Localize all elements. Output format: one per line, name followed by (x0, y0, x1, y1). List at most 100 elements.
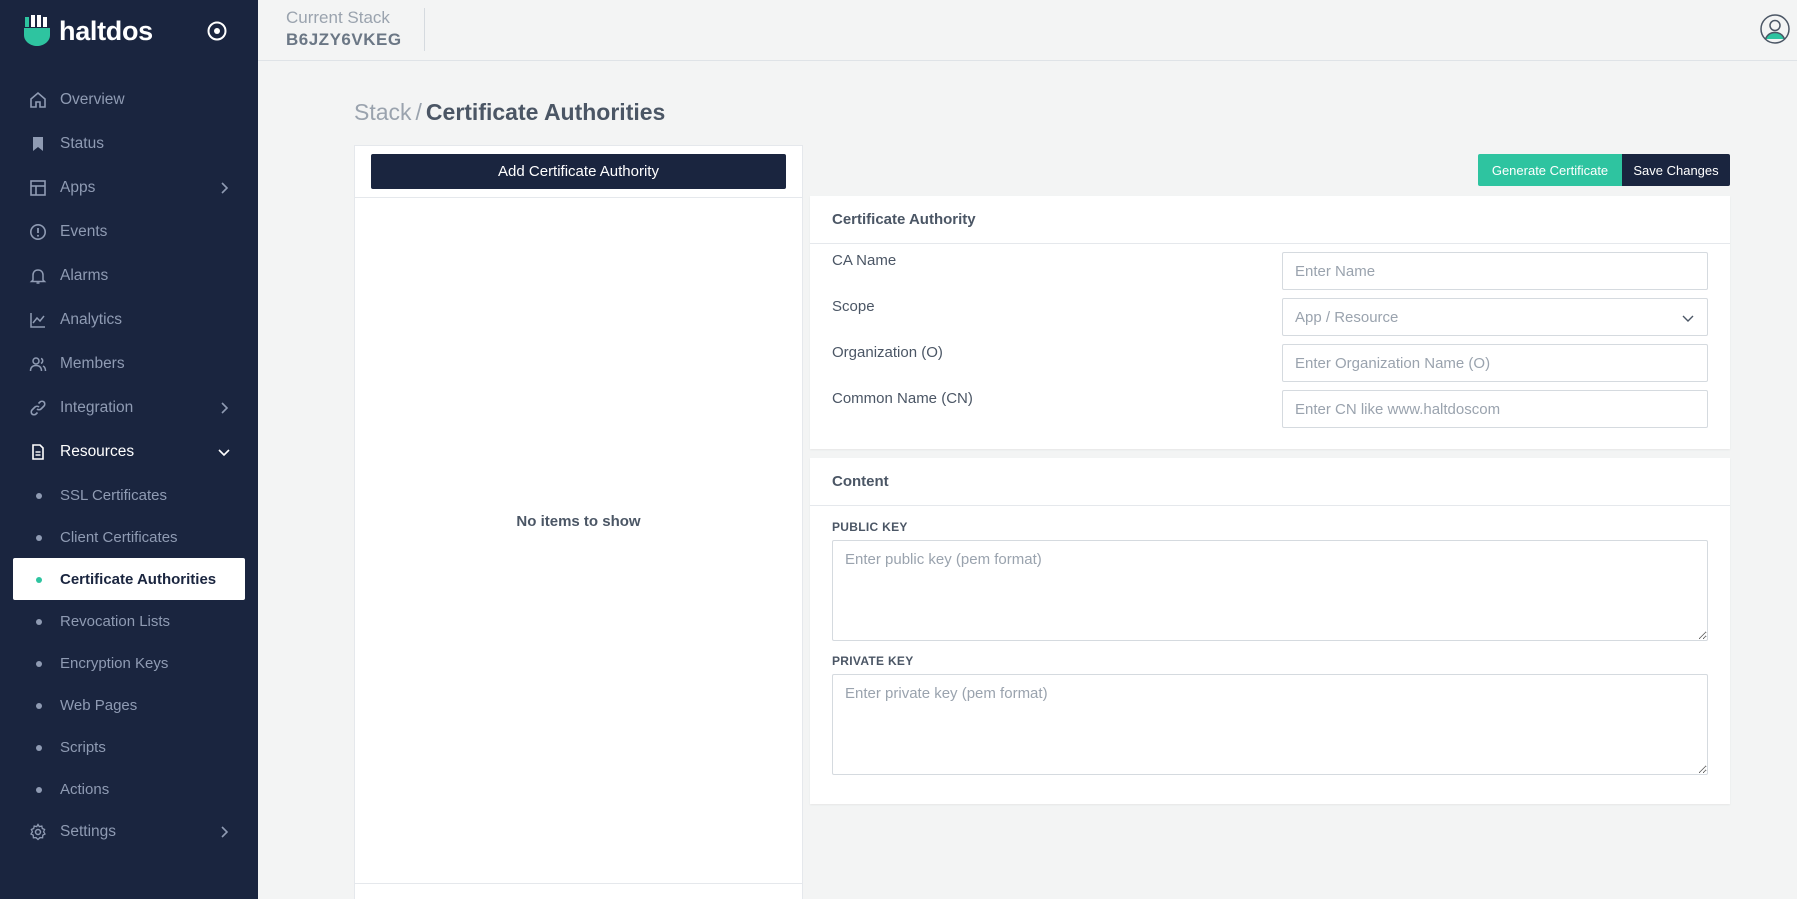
certificate-authority-card: Certificate Authority CA Name Scope App … (810, 196, 1730, 449)
breadcrumb-current: Certificate Authorities (425, 99, 666, 125)
current-stack-value[interactable]: B6JZY6VKEG (286, 30, 402, 50)
ca-list-panel: Add Certificate Authority No items to sh… (354, 145, 803, 899)
sidebar-item-label: Status (60, 135, 104, 152)
save-changes-button[interactable]: Save Changes (1622, 154, 1730, 186)
chevron-down-icon (1682, 315, 1694, 322)
sidebar: haltdos Overview Status Apps Events Alar… (0, 0, 258, 899)
sidebar-item-label: Alarms (60, 267, 109, 284)
scope-select[interactable]: App / Resource (1282, 298, 1708, 336)
user-avatar-icon[interactable] (1760, 14, 1790, 44)
brand[interactable]: haltdos (23, 14, 153, 48)
sidebar-subitem-label: Certificate Authorities (60, 570, 217, 588)
bell-icon (28, 267, 47, 286)
organization-input[interactable] (1282, 344, 1708, 382)
chevron-down-icon (218, 449, 230, 457)
sidebar-subitem-label: Encryption Keys (60, 654, 169, 672)
card-header: Certificate Authority (810, 196, 1730, 244)
bullet-icon (36, 745, 42, 751)
private-key-label: PRIVATE KEY (832, 654, 914, 668)
haltdos-logo-icon (24, 15, 50, 46)
topbar-divider (424, 8, 425, 51)
sidebar-item-label: Apps (60, 179, 96, 196)
brand-name: haltdos (59, 15, 153, 46)
breadcrumb-separator: / (415, 99, 422, 125)
sidebar-nav: Overview Status Apps Events Alarms Analy… (0, 78, 258, 854)
current-stack-label: Current Stack (286, 8, 390, 27)
sidebar-item-label: Settings (60, 823, 117, 840)
content-card: Content PUBLIC KEY PRIVATE KEY (810, 458, 1730, 804)
sidebar-subitem-scripts[interactable]: Scripts (0, 726, 258, 768)
target-icon[interactable] (206, 20, 228, 42)
sidebar-subitem-certificate-authorities[interactable]: Certificate Authorities (13, 558, 245, 600)
organization-row: Organization (O) (832, 344, 1708, 382)
sidebar-subitem-label: Client Certificates (60, 528, 178, 546)
common-name-input[interactable] (1282, 390, 1708, 428)
sidebar-item-status[interactable]: Status (0, 122, 258, 166)
sidebar-item-resources[interactable]: Resources (0, 430, 258, 474)
sidebar-subitem-label: Revocation Lists (60, 612, 171, 630)
private-key-textarea[interactable] (832, 674, 1708, 775)
scope-row: Scope App / Resource (832, 298, 1708, 336)
sidebar-subitem-label: Web Pages (60, 696, 138, 714)
generate-certificate-button[interactable]: Generate Certificate (1478, 154, 1622, 186)
sidebar-item-label: Integration (60, 399, 134, 416)
chevron-right-icon (221, 402, 229, 414)
public-key-textarea[interactable] (832, 540, 1708, 641)
public-key-label: PUBLIC KEY (832, 520, 908, 534)
sidebar-item-label: Overview (60, 91, 125, 108)
scope-label: Scope (832, 298, 875, 315)
bullet-icon (36, 535, 42, 541)
common-name-row: Common Name (CN) (832, 390, 1708, 428)
sidebar-item-label: Events (60, 223, 108, 240)
ca-name-row: CA Name (832, 252, 1708, 290)
sidebar-item-alarms[interactable]: Alarms (0, 254, 258, 298)
bullet-icon (36, 577, 42, 583)
common-name-label: Common Name (CN) (832, 390, 973, 407)
sidebar-item-settings[interactable]: Settings (0, 810, 258, 854)
link-icon (28, 399, 47, 418)
ca-name-input[interactable] (1282, 252, 1708, 290)
scope-select-placeholder: App / Resource (1295, 309, 1399, 326)
chart-line-icon (28, 311, 47, 330)
topbar: Current Stack B6JZY6VKEG (258, 0, 1797, 61)
sidebar-item-label: Analytics (60, 311, 123, 328)
home-icon (28, 91, 47, 110)
organization-label: Organization (O) (832, 344, 943, 361)
alert-circle-icon (28, 223, 47, 242)
bullet-icon (36, 661, 42, 667)
sidebar-subitem-ssl-certificates[interactable]: SSL Certificates (0, 474, 258, 516)
gear-icon (28, 823, 47, 842)
sidebar-item-members[interactable]: Members (0, 342, 258, 386)
users-icon (28, 355, 47, 374)
sidebar-subitem-revocation-lists[interactable]: Revocation Lists (0, 600, 258, 642)
sidebar-subitem-encryption-keys[interactable]: Encryption Keys (0, 642, 258, 684)
page-title: Stack / Certificate Authorities (354, 99, 665, 126)
bullet-icon (36, 703, 42, 709)
sidebar-subitem-web-pages[interactable]: Web Pages (0, 684, 258, 726)
divider (355, 883, 802, 884)
chevron-right-icon (221, 826, 229, 838)
bullet-icon (36, 493, 42, 499)
breadcrumb-stack[interactable]: Stack (354, 99, 412, 125)
sidebar-item-label: Members (60, 355, 125, 372)
empty-list-message: No items to show (516, 513, 641, 530)
sidebar-item-events[interactable]: Events (0, 210, 258, 254)
sidebar-subitem-actions[interactable]: Actions (0, 768, 258, 810)
sidebar-item-overview[interactable]: Overview (0, 78, 258, 122)
sidebar-item-analytics[interactable]: Analytics (0, 298, 258, 342)
sidebar-subitem-label: Actions (60, 780, 110, 798)
add-certificate-authority-button[interactable]: Add Certificate Authority (371, 154, 786, 189)
sidebar-subitem-client-certificates[interactable]: Client Certificates (0, 516, 258, 558)
sidebar-item-integration[interactable]: Integration (0, 386, 258, 430)
sidebar-item-label: Resources (60, 443, 135, 460)
sidebar-item-apps[interactable]: Apps (0, 166, 258, 210)
chevron-right-icon (221, 182, 229, 194)
card-header: Content (810, 458, 1730, 506)
document-icon (28, 443, 47, 462)
ca-name-label: CA Name (832, 252, 897, 269)
layout-icon (28, 179, 47, 198)
sidebar-subitem-label: Scripts (60, 738, 106, 756)
bullet-icon (36, 619, 42, 625)
bullet-icon (36, 787, 42, 793)
bookmark-icon (28, 135, 47, 154)
